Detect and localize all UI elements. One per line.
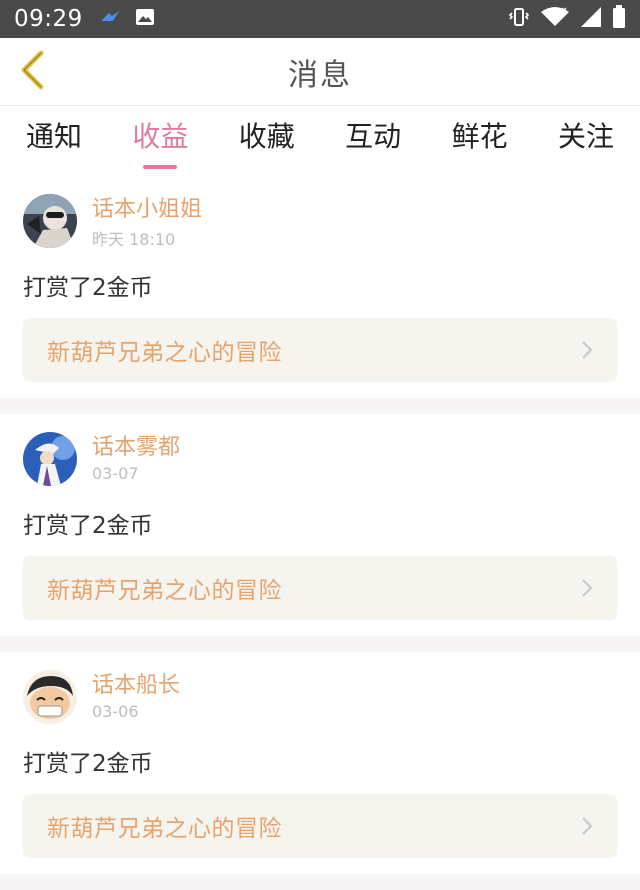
app-notification-icon bbox=[99, 9, 121, 29]
avatar[interactable] bbox=[23, 670, 77, 724]
tab-interactions[interactable]: 互动 bbox=[345, 106, 401, 164]
tab-label: 鲜花 bbox=[451, 120, 508, 153]
chevron-left-icon bbox=[18, 50, 46, 94]
status-bar: 09:29 bbox=[0, 0, 640, 38]
tab-notifications[interactable]: 通知 bbox=[26, 106, 82, 164]
chevron-right-icon bbox=[579, 339, 595, 361]
message-time: 03-06 bbox=[92, 702, 139, 721]
tab-favorites[interactable]: 收藏 bbox=[239, 106, 295, 164]
tab-follows[interactable]: 关注 bbox=[558, 106, 614, 164]
book-link[interactable]: 新葫芦兄弟之心的冒险 bbox=[23, 794, 617, 858]
sender-name[interactable]: 话本船长 bbox=[92, 672, 180, 700]
book-title: 新葫芦兄弟之心的冒险 bbox=[47, 816, 282, 842]
chevron-right-icon bbox=[579, 577, 595, 599]
message-text: 打赏了2金币 bbox=[23, 751, 153, 777]
book-title: 新葫芦兄弟之心的冒险 bbox=[47, 578, 282, 604]
tab-label: 通知 bbox=[26, 120, 83, 153]
vibrate-icon bbox=[508, 6, 530, 32]
sender-name[interactable]: 话本雾都 bbox=[92, 434, 180, 462]
tab-label: 收益 bbox=[132, 120, 189, 153]
page-title: 消息 bbox=[288, 57, 352, 93]
sender-name[interactable]: 话本小姐姐 bbox=[92, 196, 202, 224]
message-item: 话本小姐姐 昨天 18:10 打赏了2金币 新葫芦兄弟之心的冒险 bbox=[0, 176, 640, 398]
back-button[interactable] bbox=[10, 50, 54, 94]
divider bbox=[0, 398, 640, 414]
message-text: 打赏了2金币 bbox=[23, 513, 153, 539]
message-time: 昨天 18:10 bbox=[92, 230, 176, 249]
tab-label: 互动 bbox=[345, 120, 402, 153]
signal-icon bbox=[580, 6, 602, 32]
message-item: 话本雾都 03-07 打赏了2金币 新葫芦兄弟之心的冒险 bbox=[0, 414, 640, 636]
chevron-right-icon bbox=[579, 815, 595, 837]
message-text: 打赏了2金币 bbox=[23, 275, 153, 301]
status-time: 09:29 bbox=[14, 6, 83, 32]
avatar[interactable] bbox=[23, 194, 77, 248]
message-time: 03-07 bbox=[92, 464, 139, 483]
book-link[interactable]: 新葫芦兄弟之心的冒险 bbox=[23, 318, 617, 382]
tab-earnings[interactable]: 收益 bbox=[132, 106, 189, 169]
book-title: 新葫芦兄弟之心的冒险 bbox=[47, 340, 282, 366]
tab-flowers[interactable]: 鲜花 bbox=[452, 106, 508, 164]
active-tab-indicator bbox=[143, 165, 178, 169]
tab-label: 收藏 bbox=[238, 120, 295, 153]
image-notification-icon bbox=[135, 8, 155, 30]
message-item: 话本船长 03-06 打赏了2金币 新葫芦兄弟之心的冒险 bbox=[0, 652, 640, 874]
wifi-icon bbox=[540, 6, 570, 32]
tab-label: 关注 bbox=[557, 120, 614, 153]
battery-icon bbox=[612, 5, 626, 33]
divider bbox=[0, 636, 640, 652]
avatar[interactable] bbox=[23, 432, 77, 486]
message-list: 话本小姐姐 昨天 18:10 打赏了2金币 新葫芦兄弟之心的冒险 话本雾都 03… bbox=[0, 176, 640, 890]
tab-bar: 通知 收益 收藏 互动 鲜花 关注 bbox=[0, 106, 640, 176]
divider bbox=[0, 874, 640, 890]
book-link[interactable]: 新葫芦兄弟之心的冒险 bbox=[23, 556, 617, 620]
header: 消息 bbox=[0, 38, 640, 106]
